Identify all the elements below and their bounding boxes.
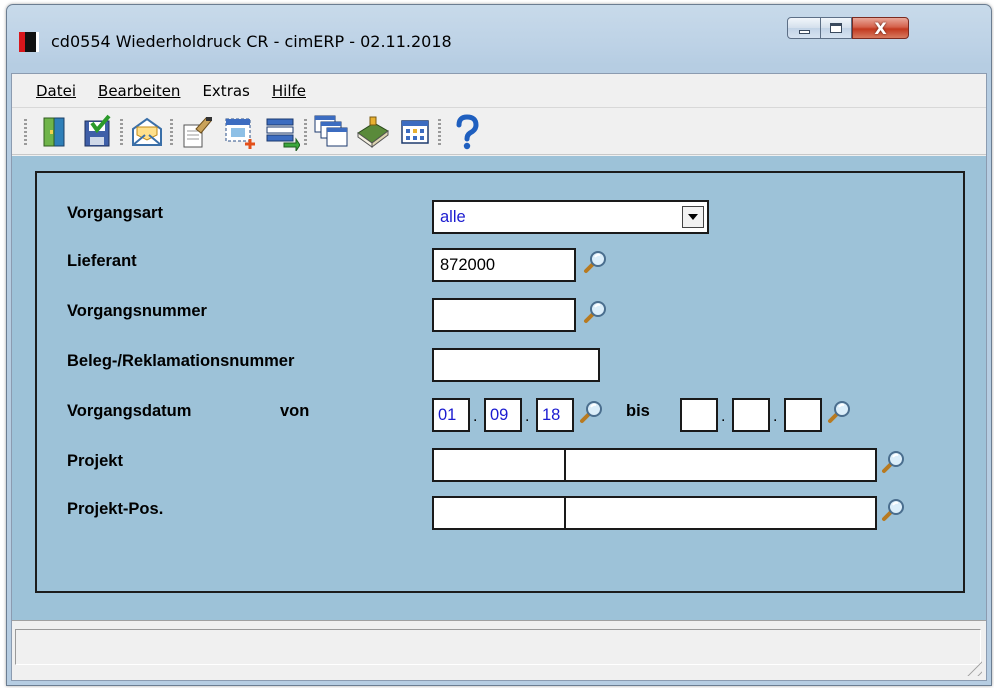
projekt-name-input[interactable] [565,448,877,482]
edit-button[interactable] [178,113,216,151]
close-button[interactable]: X [852,17,909,39]
label-bis: bis [626,402,650,420]
app-window: cd0554 Wiederholdruck CR - cimERP - 02.1… [6,4,992,686]
date-separator: . [773,408,778,425]
search-icon [580,401,602,423]
cascade-windows-button[interactable] [312,113,350,151]
help-button[interactable] [448,113,486,151]
new-window-button[interactable] [220,113,258,151]
date-to-picker-button[interactable] [826,399,852,425]
menu-hilfe[interactable]: Hilfe [272,82,306,100]
chevron-down-icon [688,214,698,220]
menu-datei[interactable]: Datei [36,82,76,100]
form-panel: Vorgangsart alle Lieferant 872000 Vorgan… [12,156,986,620]
date-separator: . [473,408,478,425]
menu-bearbeiten[interactable]: Bearbeiten [98,82,180,100]
vorgangsart-select[interactable]: alle [432,200,709,234]
date-to-day-input[interactable] [680,398,718,432]
menu-extras[interactable]: Extras [202,82,249,100]
search-icon [882,499,904,521]
maximize-icon [830,23,842,33]
projekt-pos-name-input[interactable] [565,496,877,530]
calendar-grid-icon [401,120,429,144]
status-panel [15,629,981,665]
search-icon [584,301,606,323]
projekt-code-input[interactable] [432,448,566,482]
list-transfer-button[interactable] [262,113,300,151]
toolbar-separator [170,119,173,147]
toolbar [12,109,986,155]
exit-door-icon [43,117,65,147]
label-belegnummer: Beleg-/Reklamationsnummer [67,352,295,370]
date-separator: . [721,408,726,425]
label-vorgangsnummer: Vorgangsnummer [67,302,207,320]
title-bar[interactable]: cd0554 Wiederholdruck CR - cimERP - 02.1… [7,5,991,61]
date-from-month-input[interactable]: 09 [484,398,522,432]
belegnummer-input[interactable] [432,348,600,382]
save-button[interactable] [78,113,116,151]
toolbar-separator [304,119,307,147]
toolbar-separator [120,119,123,147]
date-from-picker-button[interactable] [578,399,604,425]
date-to-year-input[interactable] [784,398,822,432]
exit-button[interactable] [34,113,72,151]
label-vorgangsdatum: Vorgangsdatum [67,402,192,420]
minimize-button[interactable] [787,17,821,39]
save-check-icon [84,114,111,147]
date-from-day-input[interactable]: 01 [432,398,470,432]
help-question-icon [456,114,479,150]
book-icon [357,116,389,148]
search-icon [828,401,850,423]
projekt-pos-code-input[interactable] [432,496,566,530]
label-lieferant: Lieferant [67,252,137,270]
projekt-lookup-button[interactable] [880,449,906,475]
dropdown-arrow-button[interactable] [682,206,704,228]
app-logo-icon [19,32,39,52]
search-icon [882,451,904,473]
book-button[interactable] [354,113,392,151]
vorgangsnummer-input[interactable] [432,298,576,332]
status-bar [12,620,986,680]
menu-bar: Datei Bearbeiten Extras Hilfe [12,74,986,108]
label-von: von [280,402,310,420]
edit-document-icon [183,117,212,148]
mail-button[interactable] [128,113,166,151]
vorgangsnummer-lookup-button[interactable] [582,299,608,325]
lieferant-lookup-button[interactable] [582,249,608,275]
label-vorgangsart: Vorgangsart [67,204,163,222]
date-separator: . [525,408,530,425]
calendar-button[interactable] [396,113,434,151]
date-to-month-input[interactable] [732,398,770,432]
client-area: Datei Bearbeiten Extras Hilfe Vorgangsar… [11,73,987,681]
projekt-pos-lookup-button[interactable] [880,497,906,523]
vorgangsart-value: alle [440,208,466,226]
minimize-icon [798,30,810,34]
lieferant-input[interactable]: 872000 [432,248,576,282]
envelope-icon [132,117,162,146]
list-transfer-icon [266,118,300,151]
close-icon: X [874,18,887,38]
search-icon [584,251,606,273]
label-projekt: Projekt [67,452,123,470]
date-from-year-input[interactable]: 18 [536,398,574,432]
label-projekt-pos: Projekt-Pos. [67,500,164,518]
toolbar-separator [24,119,27,147]
windows-cascade-icon [314,115,348,147]
window-title: cd0554 Wiederholdruck CR - cimERP - 02.1… [51,32,452,51]
maximize-button[interactable] [820,17,852,39]
toolbar-separator [438,119,441,147]
new-window-icon [225,118,255,149]
